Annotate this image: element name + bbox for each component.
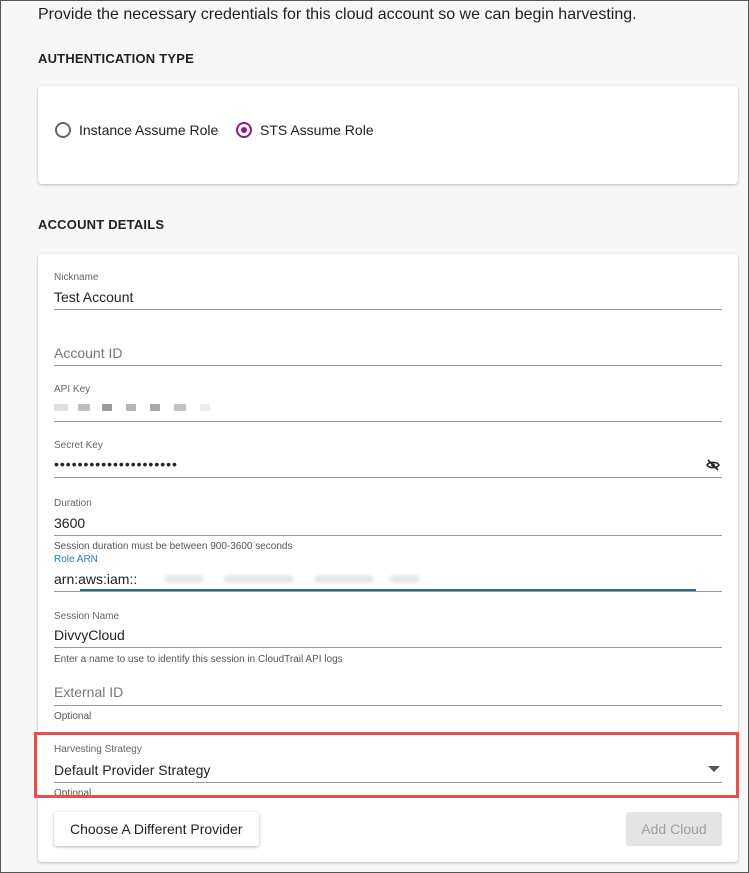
duration-label: Duration — [54, 498, 92, 509]
radio-sts-assume-role[interactable]: STS Assume Role — [236, 122, 374, 138]
harvesting-strategy-label: Harvesting Strategy — [54, 744, 142, 755]
nickname-underline — [54, 309, 722, 310]
external-id-input[interactable]: External ID — [54, 684, 123, 700]
account-id-input[interactable]: Account ID — [54, 345, 122, 361]
duration-underline — [54, 535, 722, 536]
radio-label: STS Assume Role — [260, 122, 374, 138]
role-arn-input[interactable]: arn:aws:iam:: — [54, 571, 137, 587]
session-name-underline — [54, 647, 722, 648]
account-id-field[interactable]: Account ID — [54, 334, 722, 366]
api-key-underline — [54, 421, 722, 422]
harvesting-strategy-value[interactable]: Default Provider Strategy — [54, 762, 210, 778]
harvesting-strategy-underline — [54, 782, 722, 783]
intro-text: Provide the necessary credentials for th… — [38, 6, 637, 23]
radio-instance-assume-role[interactable]: Instance Assume Role — [55, 122, 218, 138]
role-arn-label: Role ARN — [54, 554, 98, 565]
secret-key-underline — [54, 477, 722, 478]
chevron-down-icon[interactable] — [708, 766, 720, 772]
auth-section-title: AUTHENTICATION TYPE — [38, 51, 194, 66]
auth-type-card: Instance Assume Role STS Assume Role — [38, 86, 738, 184]
account-details-card: Nickname Test Account Account ID API Key… — [38, 254, 738, 862]
api-key-input[interactable] — [54, 402, 254, 414]
radio-checked-icon[interactable] — [236, 122, 252, 138]
duration-helper-text: Session duration must be between 900-360… — [54, 541, 293, 552]
role-arn-underline — [54, 591, 722, 592]
choose-different-provider-button[interactable]: Choose A Different Provider — [54, 812, 259, 846]
duration-input[interactable]: 3600 — [54, 515, 85, 531]
secret-key-label: Secret Key — [54, 440, 103, 451]
role-arn-redacted — [164, 572, 424, 586]
nickname-field[interactable]: Nickname Test Account — [54, 270, 722, 310]
api-key-field[interactable]: API Key — [54, 382, 722, 422]
session-name-field[interactable]: Session Name DivvyCloud Enter a name to … — [54, 609, 722, 665]
secret-key-input[interactable]: ••••••••••••••••••••• — [54, 456, 178, 472]
external-id-underline — [54, 705, 722, 706]
account-id-underline — [54, 365, 722, 366]
nickname-input[interactable]: Test Account — [54, 289, 133, 305]
nickname-label: Nickname — [54, 272, 99, 283]
external-id-field[interactable]: External ID Optional — [54, 674, 722, 726]
radio-label: Instance Assume Role — [79, 122, 219, 138]
api-key-label: API Key — [54, 384, 91, 395]
account-section-title: ACCOUNT DETAILS — [38, 217, 165, 232]
secret-key-field[interactable]: Secret Key ••••••••••••••••••••• — [54, 438, 722, 478]
session-name-label: Session Name — [54, 611, 120, 622]
harvesting-strategy-helper-text: Optional — [54, 788, 92, 799]
session-name-helper-text: Enter a name to use to identify this ses… — [54, 654, 343, 665]
add-cloud-button[interactable]: Add Cloud — [626, 812, 722, 846]
harvesting-strategy-select[interactable]: Harvesting Strategy Default Provider Str… — [54, 742, 722, 802]
radio-unchecked-icon[interactable] — [55, 122, 71, 138]
eye-off-icon[interactable] — [706, 459, 720, 471]
role-arn-field[interactable]: Role ARN arn:aws:iam:: — [54, 552, 722, 592]
duration-field[interactable]: Duration 3600 Session duration must be b… — [54, 496, 722, 552]
external-id-helper-text: Optional — [54, 711, 92, 722]
role-arn-focus-underline — [80, 589, 696, 591]
session-name-input[interactable]: DivvyCloud — [54, 627, 125, 643]
